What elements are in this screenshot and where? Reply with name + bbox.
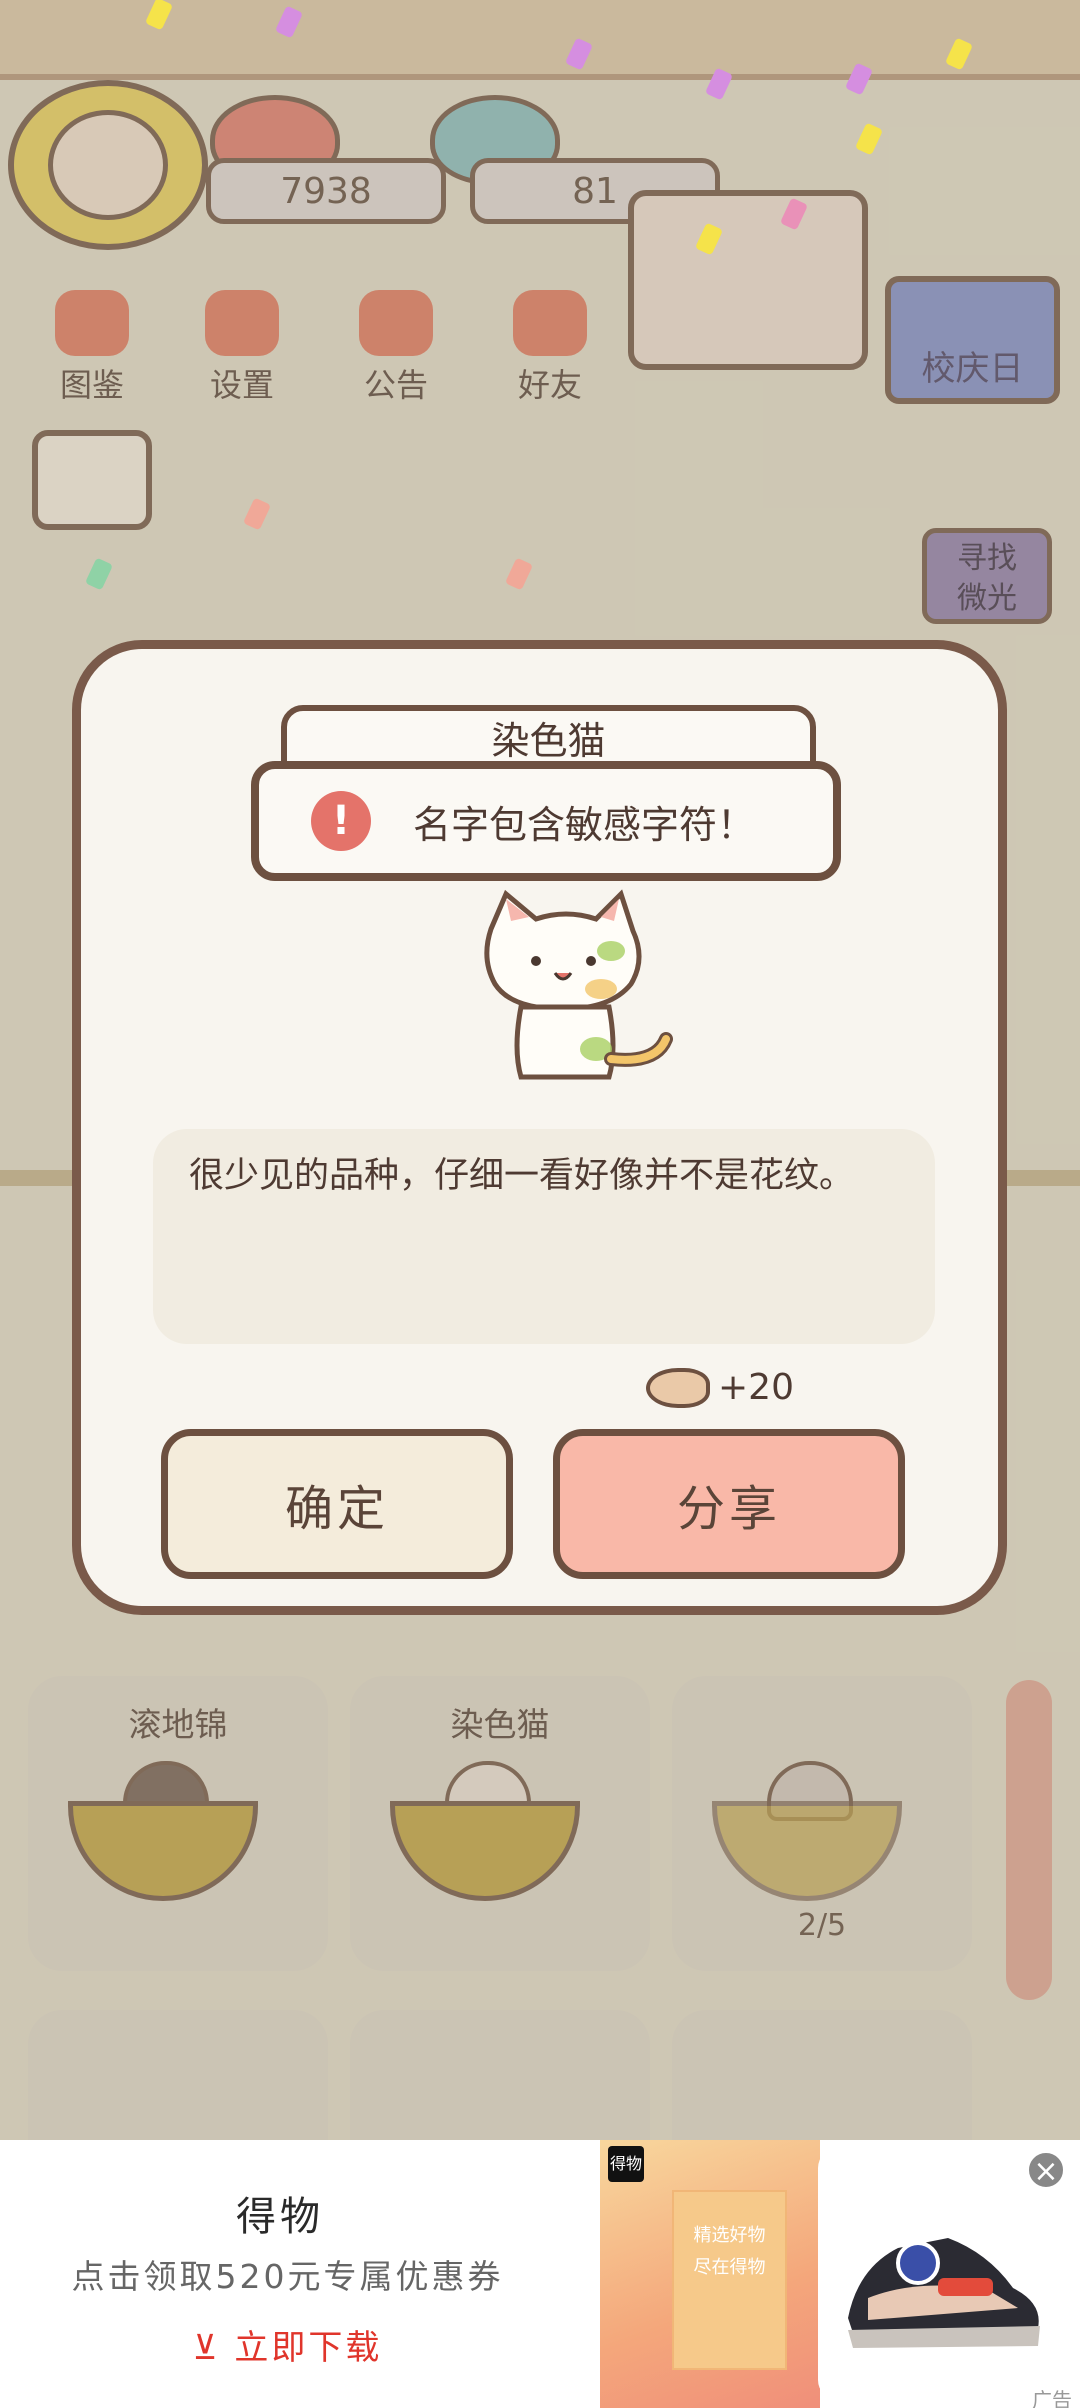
share-label: 分享: [676, 1481, 781, 1537]
ad-poster-text: 精选好物: [693, 2225, 766, 2246]
cat-info-dialog: 染色猫 ! 名字包含敏感字符！ 很少见的品种，仔细一看好像并不是花纹。 +20 …: [72, 640, 1007, 1615]
close-icon[interactable]: ×: [1026, 2150, 1066, 2190]
reward-amount: +20: [718, 1367, 794, 1408]
alert-icon: !: [311, 791, 371, 851]
share-reward: +20: [646, 1367, 794, 1408]
ad-tag: 广告: [1032, 2388, 1072, 2408]
ad-poster-text: 尽在得物: [693, 2257, 766, 2278]
cat-description: 很少见的品种，仔细一看好像并不是花纹。: [153, 1129, 935, 1344]
confirm-label: 确定: [284, 1481, 389, 1537]
ad-subtitle: 点击领取520元专属优惠券: [71, 2257, 504, 2296]
error-toast: ! 名字包含敏感字符！: [251, 761, 841, 881]
share-button[interactable]: 分享: [553, 1429, 905, 1579]
ad-brand-logo: 得物: [608, 2146, 644, 2182]
ad-banner[interactable]: 得物 点击领取520元专属优惠券 ⊻ 立即下载 精选好物 尽在得物: [0, 2140, 1080, 2408]
fish-icon: [646, 1367, 710, 1408]
cat-name-value: 染色猫: [491, 719, 606, 763]
cat-description-text: 很少见的品种，仔细一看好像并不是花纹。: [189, 1156, 855, 1196]
cat-illustration-icon: [484, 889, 673, 1080]
confirm-button[interactable]: 确定: [161, 1429, 513, 1579]
sneaker-icon: [848, 2238, 1040, 2348]
ad-brand: 得物: [236, 2194, 324, 2240]
toast-message: 名字包含敏感字符！: [413, 802, 756, 847]
ad-download-link[interactable]: ⊻ 立即下载: [0, 2320, 575, 2369]
ad-poster: 精选好物 尽在得物: [672, 2190, 787, 2370]
ad-product-image: [818, 2148, 1070, 2400]
